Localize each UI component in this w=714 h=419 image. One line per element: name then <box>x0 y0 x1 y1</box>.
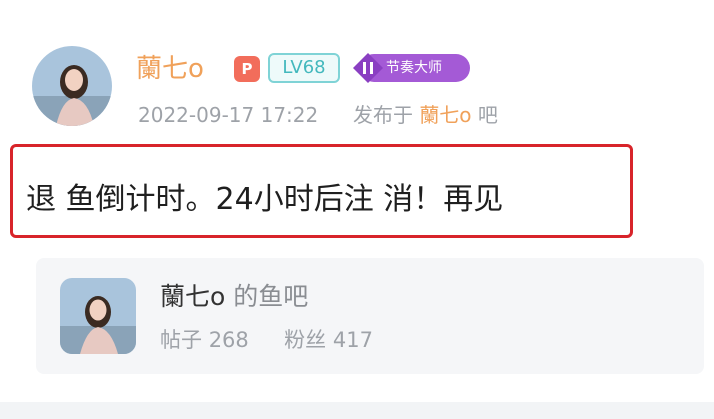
post-timestamp: 2022-09-17 17:22 <box>138 103 319 127</box>
fans-label: 粉丝 <box>284 328 327 352</box>
bar-suffix: 吧 <box>477 103 498 127</box>
posted-in-label: 发布于 <box>352 103 413 127</box>
fans-count: 417 <box>332 328 373 352</box>
author-name[interactable]: 蘭七o <box>136 52 204 86</box>
bar-card-stats: 帖子 268 粉丝 417 <box>160 324 373 356</box>
post-content: 退 鱼倒计时。24小时后注 消！再见 <box>26 182 504 217</box>
bottom-divider <box>0 402 714 419</box>
music-bars-icon <box>353 53 383 83</box>
bar-card-suffix: 的鱼吧 <box>233 282 309 311</box>
bar-link[interactable]: 蘭七o <box>419 103 471 127</box>
post-meta: 2022-09-17 17:22 发布于 蘭七o 吧 <box>138 100 498 130</box>
bar-card-title[interactable]: 蘭七o 的鱼吧 <box>160 280 308 314</box>
p-badge: P <box>234 56 260 82</box>
author-avatar[interactable] <box>32 46 112 126</box>
bar-card[interactable] <box>36 258 704 374</box>
bar-avatar <box>60 278 136 354</box>
bar-card-name: 蘭七o <box>160 282 226 311</box>
level-badge: LV68 <box>268 53 340 83</box>
posts-label: 帖子 <box>160 328 202 352</box>
posts-count: 268 <box>208 328 249 352</box>
title-badge: 节奏大师 <box>350 52 472 84</box>
